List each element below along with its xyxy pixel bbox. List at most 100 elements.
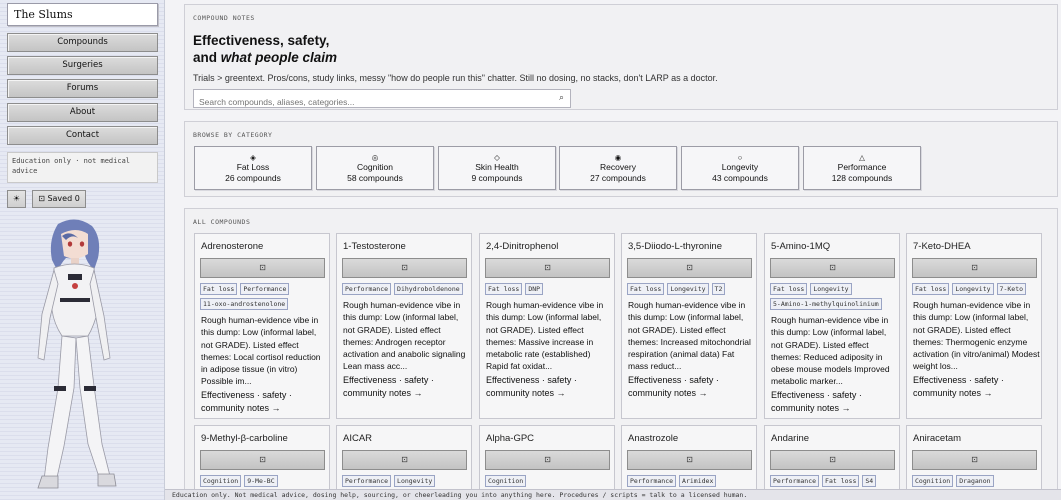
bookmark-icon: ⊡ <box>38 194 45 203</box>
compound-name[interactable]: 3,5-Diiodo-L-thyronine <box>628 241 722 252</box>
compound-tags: Fat loss Performance 11-oxo-androstenolone <box>200 283 328 310</box>
nav-about-button[interactable]: About <box>7 103 158 122</box>
category-longevity-button[interactable]: ○ Longevity 43 compounds <box>681 146 799 190</box>
compound-tag[interactable]: 9-Me-BC <box>244 475 278 487</box>
compound-name[interactable]: 2,4-Dinitrophenol <box>486 241 558 252</box>
category-performance-button[interactable]: △ Performance 128 compounds <box>803 146 921 190</box>
compound-tag[interactable]: Longevity <box>952 283 994 295</box>
category-count: 9 compounds <box>471 173 523 183</box>
nav-contact-button[interactable]: Contact <box>7 126 158 145</box>
compound-tags: Performance Arimidex <box>627 475 755 487</box>
category-fat-loss-button[interactable]: ◈ Fat Loss 26 compounds <box>194 146 312 190</box>
search-icon[interactable]: ⌕ <box>559 93 564 103</box>
compound-details-link[interactable]: Effectiveness · safety · community notes… <box>201 389 328 415</box>
save-compound-button[interactable]: ⊡ <box>770 450 895 470</box>
search-input[interactable] <box>194 93 570 111</box>
compound-tag[interactable]: 5-Amino-1-methylquinolinium <box>770 298 882 310</box>
bookmark-icon: ⊡ <box>259 455 266 464</box>
compound-name[interactable]: Adrenosterone <box>201 241 263 252</box>
compound-card[interactable]: 3,5-Diiodo-L-thyronine ⊡ Fat loss Longevity… <box>621 233 757 419</box>
theme-toggle-button[interactable]: ☀ <box>7 190 26 208</box>
compound-card[interactable]: 7-Keto-DHEA ⊡ Fat loss Longevity 7-Keto Rough… <box>906 233 1042 419</box>
category-icon: ◇ <box>494 153 500 162</box>
save-compound-button[interactable]: ⊡ <box>770 258 895 278</box>
compound-name[interactable]: 7-Keto-DHEA <box>913 241 971 252</box>
compound-card[interactable]: 5-Amino-1MQ ⊡ Fat loss Longevity 5-Amino-1-m… <box>764 233 900 419</box>
compound-name[interactable]: 9-Methyl-β-carboline <box>201 433 288 444</box>
save-compound-button[interactable]: ⊡ <box>627 258 752 278</box>
compound-tag[interactable]: Longevity <box>394 475 436 487</box>
save-compound-button[interactable]: ⊡ <box>912 258 1037 278</box>
save-compound-button[interactable]: ⊡ <box>485 450 610 470</box>
compound-details-link[interactable]: Effectiveness · safety · community notes… <box>771 389 898 415</box>
save-compound-button[interactable]: ⊡ <box>200 258 325 278</box>
compounds-panel: ALL COMPOUNDS Adrenosterone ⊡ Fat loss Perf… <box>184 208 1058 500</box>
compound-details-link[interactable]: Effectiveness · safety · community notes… <box>486 374 613 400</box>
save-compound-button[interactable]: ⊡ <box>342 258 467 278</box>
compound-name[interactable]: Alpha-GPC <box>486 433 534 444</box>
saved-button[interactable]: ⊡ Saved 0 <box>32 190 86 208</box>
category-skin-health-button[interactable]: ◇ Skin Health 9 compounds <box>438 146 556 190</box>
compound-summary: Rough human-evidence vibe in this dump: … <box>913 300 1040 372</box>
compound-tag[interactable]: Performance <box>627 475 677 487</box>
compound-name[interactable]: AICAR <box>343 433 372 444</box>
hero-description: Trials > greentext. Pros/cons, study lin… <box>193 73 718 83</box>
compound-tags: Cognition 9-Me-BC <box>200 475 328 487</box>
category-recovery-button[interactable]: ◉ Recovery 27 compounds <box>559 146 677 190</box>
compound-tag[interactable]: Longevity <box>810 283 852 295</box>
nav-surgeries-button[interactable]: Surgeries <box>7 56 158 75</box>
bookmark-icon: ⊡ <box>544 263 551 272</box>
compound-tag[interactable]: Cognition <box>912 475 954 487</box>
category-count: 58 compounds <box>347 173 403 183</box>
nav-compounds-button[interactable]: Compounds <box>7 33 158 52</box>
compound-details-link[interactable]: Effectiveness · safety · community notes… <box>343 374 470 400</box>
compound-card[interactable]: 1-Testosterone ⊡ Performance Dihydroboldeno… <box>336 233 472 419</box>
compound-tag[interactable]: Dihydroboldenone <box>394 283 463 295</box>
compound-tag[interactable]: Cognition <box>200 475 242 487</box>
compound-tag[interactable]: Fat loss <box>822 475 860 487</box>
footer-disclaimer: Education only. Not medical advice, dosi… <box>165 489 1061 500</box>
compound-tag[interactable]: Fat loss <box>200 283 238 295</box>
category-icon: ◈ <box>250 153 256 162</box>
save-compound-button[interactable]: ⊡ <box>627 450 752 470</box>
bookmark-icon: ⊡ <box>544 455 551 464</box>
compound-card[interactable]: Adrenosterone ⊡ Fat loss Performance 11-oxo-… <box>194 233 330 419</box>
save-compound-button[interactable]: ⊡ <box>912 450 1037 470</box>
main-content: COMPOUND NOTES Effectiveness, safety, an… <box>165 0 1061 500</box>
compound-tag[interactable]: Performance <box>342 475 392 487</box>
compound-tag[interactable]: 7-Keto <box>996 283 1027 295</box>
compound-card[interactable]: 2,4-Dinitrophenol ⊡ Fat loss DNP Rough human… <box>479 233 615 419</box>
save-compound-button[interactable]: ⊡ <box>342 450 467 470</box>
compound-tag[interactable]: Performance <box>240 283 290 295</box>
compound-tag[interactable]: Fat loss <box>627 283 665 295</box>
compound-tag[interactable]: Performance <box>342 283 392 295</box>
compound-tag[interactable]: Fat loss <box>485 283 523 295</box>
compound-tag[interactable]: T2 <box>711 283 726 295</box>
save-compound-button[interactable]: ⊡ <box>485 258 610 278</box>
compound-name[interactable]: 1-Testosterone <box>343 241 406 252</box>
compound-summary: Rough human-evidence vibe in this dump: … <box>771 315 890 387</box>
compound-tag[interactable]: DNP <box>525 283 544 295</box>
compound-tag[interactable]: Longevity <box>667 283 709 295</box>
compound-name[interactable]: Andarine <box>771 433 809 444</box>
compound-name[interactable]: 5-Amino-1MQ <box>771 241 830 252</box>
compound-tag[interactable]: Performance <box>770 475 820 487</box>
compound-tag[interactable]: Fat loss <box>912 283 950 295</box>
save-compound-button[interactable]: ⊡ <box>200 450 325 470</box>
compound-tag[interactable]: Draganon <box>956 475 994 487</box>
compound-tag[interactable]: Cognition <box>485 475 527 487</box>
title-line-2: and what people claim <box>193 49 337 66</box>
compound-tags: Performance Dihydroboldenone <box>342 283 470 295</box>
category-cognition-button[interactable]: ◎ Cognition 58 compounds <box>316 146 434 190</box>
compound-details-link[interactable]: Effectiveness · safety · community notes… <box>628 374 755 400</box>
site-brand[interactable]: The Slums <box>7 3 158 26</box>
compound-tag[interactable]: 11-oxo-androstenolone <box>200 298 289 310</box>
compound-tag[interactable]: S4 <box>862 475 877 487</box>
category-name: Cognition <box>357 162 393 172</box>
compound-name[interactable]: Aniracetam <box>913 433 961 444</box>
compound-name[interactable]: Anastrozole <box>628 433 678 444</box>
compound-tag[interactable]: Arimidex <box>679 475 717 487</box>
nav-forums-button[interactable]: Forums <box>7 79 158 98</box>
compound-tag[interactable]: Fat loss <box>770 283 808 295</box>
compound-details-link[interactable]: Effectiveness · safety · community notes… <box>913 374 1040 400</box>
